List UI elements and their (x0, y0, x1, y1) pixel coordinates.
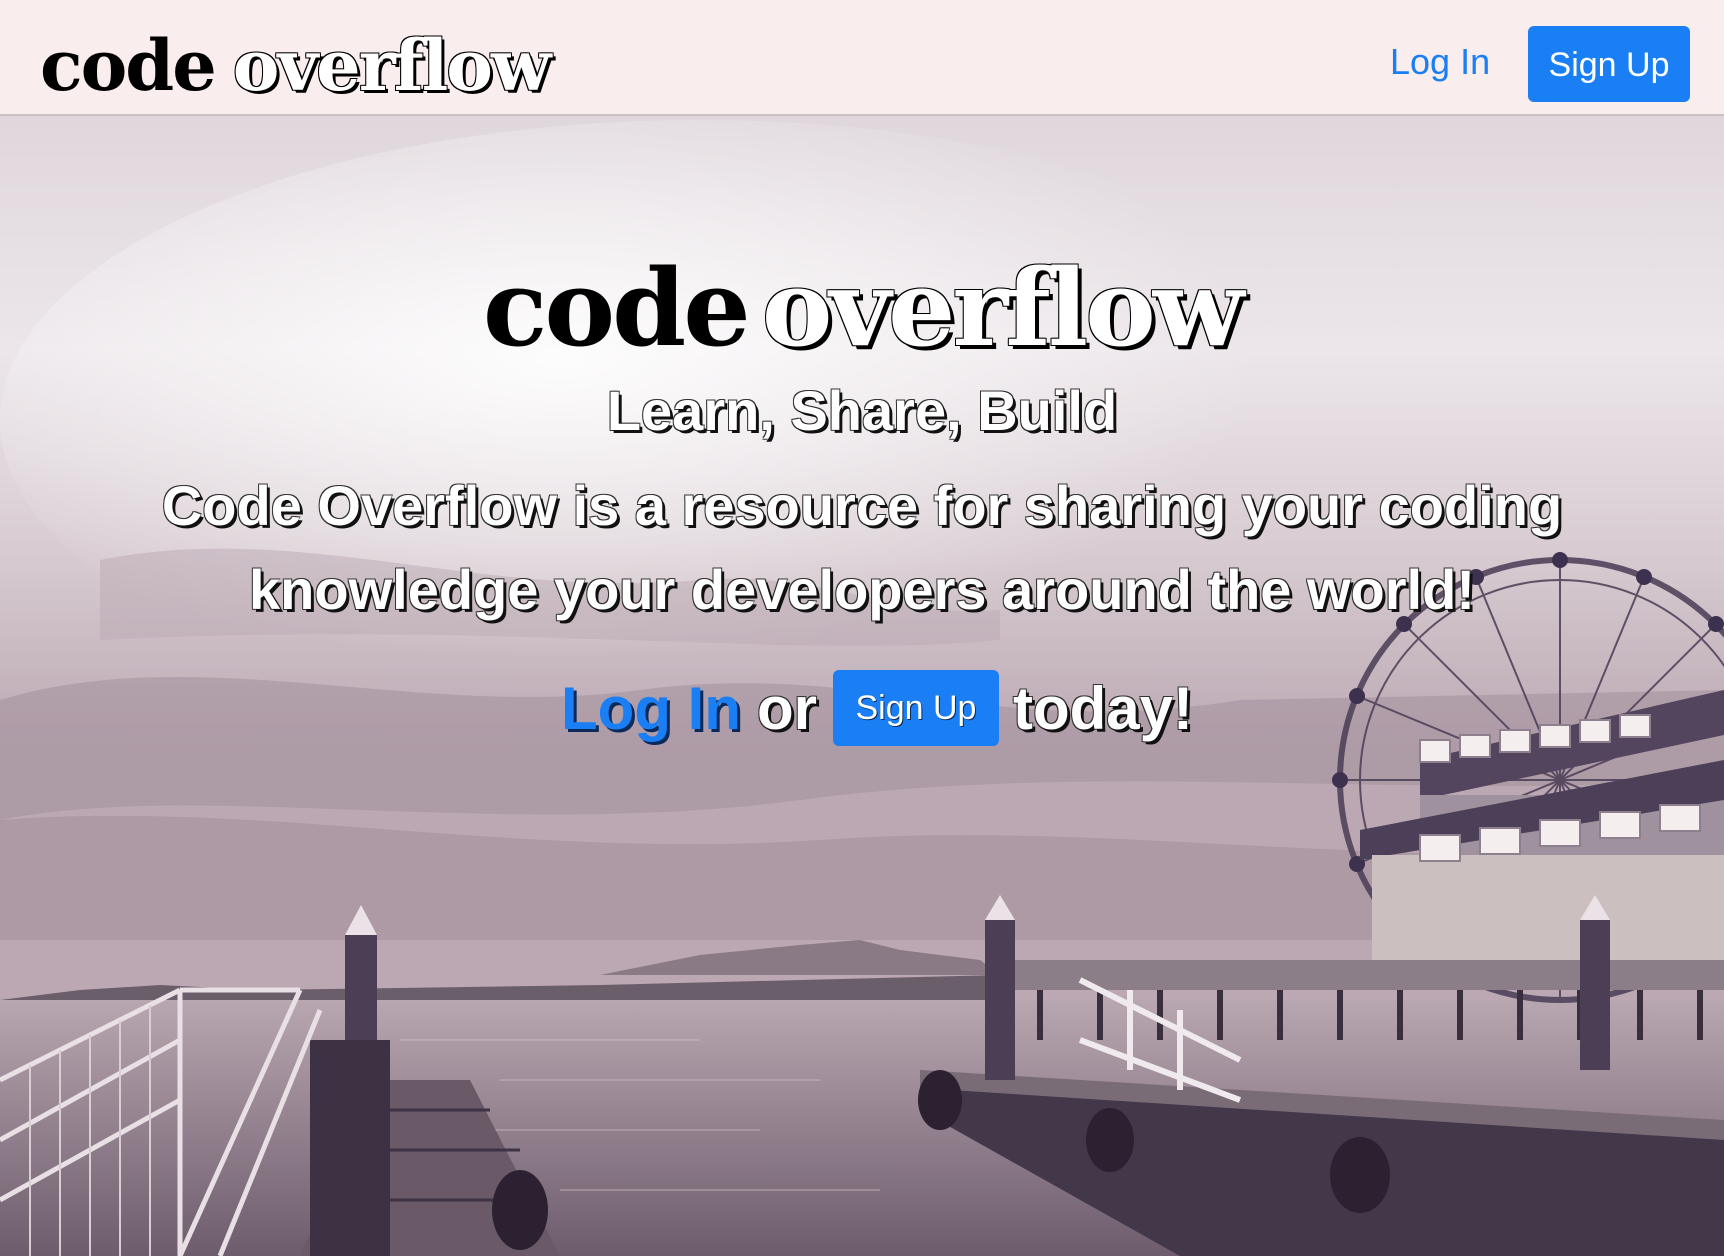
hero-tagline: Learn, Share, Build (606, 379, 1118, 442)
navbar-login-link[interactable]: Log In (1390, 40, 1490, 84)
navbar-signup-button[interactable]: Sign Up (1528, 26, 1690, 102)
hero-login-link[interactable]: Log In (561, 674, 741, 743)
hero-logo-code-text: code (482, 245, 751, 370)
navbar-logo[interactable]: code overflow (40, 24, 551, 107)
logo-overflow-text: overflow (232, 24, 551, 107)
hero-today-text: today! (1012, 674, 1193, 742)
hero-or-text: or (756, 674, 817, 742)
hero-call-to-action: Log In or Sign Up today! (0, 668, 1724, 748)
hero-logo: code overflow (0, 248, 1724, 368)
logo-code-text: code (40, 24, 217, 107)
hero-description: Code Overflow is a resource for sharing … (161, 474, 1563, 621)
top-navbar: code overflow Log In Sign Up (0, 0, 1724, 116)
hero-signup-button[interactable]: Sign Up (832, 670, 999, 746)
hero-logo-overflow-text: overflow (761, 245, 1244, 370)
